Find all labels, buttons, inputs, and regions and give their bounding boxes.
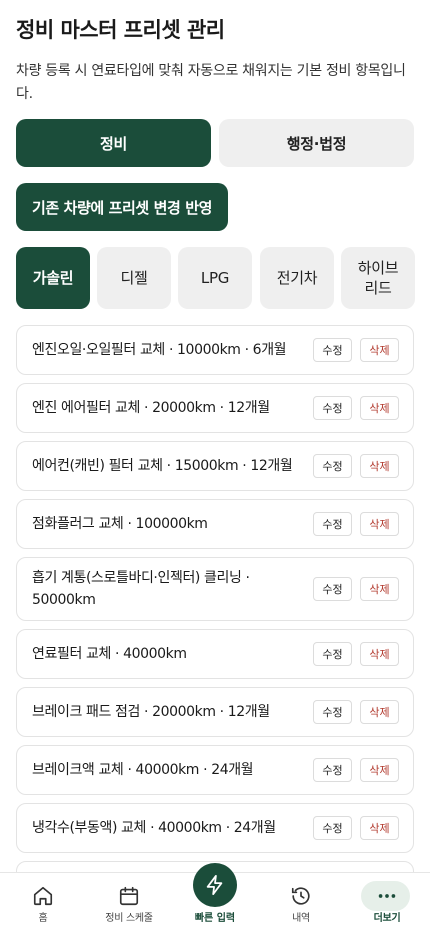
preset-item: 브레이크액 교체 · 40000km · 24개월 수정 삭제 xyxy=(16,745,414,795)
preset-item-label: 점화플러그 교체 · 100000km xyxy=(32,516,208,532)
tab-schedule[interactable]: 정비 스케줄 xyxy=(86,873,172,932)
preset-item: 브레이크 패드 점검 · 20000km · 12개월 수정 삭제 xyxy=(16,687,414,737)
delete-button[interactable]: 삭제 xyxy=(360,338,399,362)
delete-button[interactable]: 삭제 xyxy=(360,758,399,782)
preset-item-label: 브레이크 패드 점검 · 20000km · 12개월 xyxy=(32,704,270,720)
tab-history-label: 내역 xyxy=(292,913,310,924)
edit-button[interactable]: 수정 xyxy=(313,816,352,840)
edit-button[interactable]: 수정 xyxy=(313,577,352,601)
history-icon xyxy=(291,887,310,905)
fuel-tab-diesel[interactable]: 디젤 xyxy=(97,247,171,309)
preset-item-label: 연료필터 교체 · 40000km xyxy=(32,646,187,662)
edit-button[interactable]: 수정 xyxy=(313,338,352,362)
preset-item: 냉각수(부동액) 교체 · 40000km · 24개월 수정 삭제 xyxy=(16,803,414,853)
preset-item: 엔진오일·오일필터 교체 · 10000km · 6개월 수정 삭제 xyxy=(16,325,414,375)
fuel-tab-lpg[interactable]: LPG xyxy=(178,247,252,309)
tab-quick-label: 빠른 입력 xyxy=(194,913,236,924)
tab-home-label: 홈 xyxy=(38,913,48,924)
delete-button[interactable]: 삭제 xyxy=(360,577,399,601)
delete-button[interactable]: 삭제 xyxy=(360,816,399,840)
apply-preset-button[interactable]: 기존 차량에 프리셋 변경 반영 xyxy=(16,183,228,231)
preset-item-label: 흡기 계통(스로틀바디·인젝터) 클리닝 · 50000km xyxy=(32,570,250,608)
edit-button[interactable]: 수정 xyxy=(313,396,352,420)
edit-button[interactable]: 수정 xyxy=(313,758,352,782)
preset-item: 연료필터 교체 · 40000km 수정 삭제 xyxy=(16,629,414,679)
home-icon xyxy=(33,886,53,906)
segment-admin-legal[interactable]: 행정·법정 xyxy=(219,119,414,167)
edit-button[interactable]: 수정 xyxy=(313,512,352,536)
preset-item-label: 브레이크액 교체 · 40000km · 24개월 xyxy=(32,762,254,778)
lightning-icon xyxy=(206,874,223,896)
page-title: 정비 마스터 프리셋 관리 xyxy=(16,18,225,42)
preset-item: 엔진 에어필터 교체 · 20000km · 12개월 수정 삭제 xyxy=(16,383,414,433)
preset-item: 흡기 계통(스로틀바디·인젝터) 클리닝 · 50000km 수정 삭제 xyxy=(16,557,414,621)
preset-item-label: 에어컨(캐빈) 필터 교체 · 15000km · 12개월 xyxy=(32,458,293,474)
preset-item-label: 엔진오일·오일필터 교체 · 10000km · 6개월 xyxy=(32,342,287,358)
segment-maintenance[interactable]: 정비 xyxy=(16,119,211,167)
preset-item: 에어컨(캐빈) 필터 교체 · 15000km · 12개월 수정 삭제 xyxy=(16,441,414,491)
bottom-tab-bar: 홈 정비 스케줄 빠른 입력 내역 더보기 xyxy=(0,863,430,932)
tab-more[interactable]: 더보기 xyxy=(344,873,430,932)
fuel-tab-electric[interactable]: 전기차 xyxy=(260,247,334,309)
more-dots-icon xyxy=(378,894,396,898)
preset-item-label: 냉각수(부동액) 교체 · 40000km · 24개월 xyxy=(32,820,276,836)
tab-history[interactable]: 내역 xyxy=(258,873,344,932)
quick-input-button[interactable] xyxy=(193,863,237,907)
delete-button[interactable]: 삭제 xyxy=(360,396,399,420)
preset-item: 점화플러그 교체 · 100000km 수정 삭제 xyxy=(16,499,414,549)
tab-more-label: 더보기 xyxy=(373,913,401,924)
fuel-tab-gasoline[interactable]: 가솔린 xyxy=(16,247,90,309)
delete-button[interactable]: 삭제 xyxy=(360,642,399,666)
page-description: 차량 등록 시 연료타입에 맞춰 자동으로 채워지는 기본 정비 항목입니다. xyxy=(16,63,406,102)
edit-button[interactable]: 수정 xyxy=(313,642,352,666)
delete-button[interactable]: 삭제 xyxy=(360,454,399,478)
delete-button[interactable]: 삭제 xyxy=(360,700,399,724)
edit-button[interactable]: 수정 xyxy=(313,700,352,724)
fuel-tab-hybrid[interactable]: 하이브 리드 xyxy=(341,247,415,309)
tab-schedule-label: 정비 스케줄 xyxy=(105,913,153,924)
preset-page: 정비 마스터 프리셋 관리 차량 등록 시 연료타입에 맞춰 자동으로 채워지는… xyxy=(0,0,430,872)
tab-home[interactable]: 홈 xyxy=(0,873,86,932)
edit-button[interactable]: 수정 xyxy=(313,454,352,478)
calendar-icon xyxy=(119,886,139,906)
delete-button[interactable]: 삭제 xyxy=(360,512,399,536)
preset-item-label: 엔진 에어필터 교체 · 20000km · 12개월 xyxy=(32,400,270,416)
